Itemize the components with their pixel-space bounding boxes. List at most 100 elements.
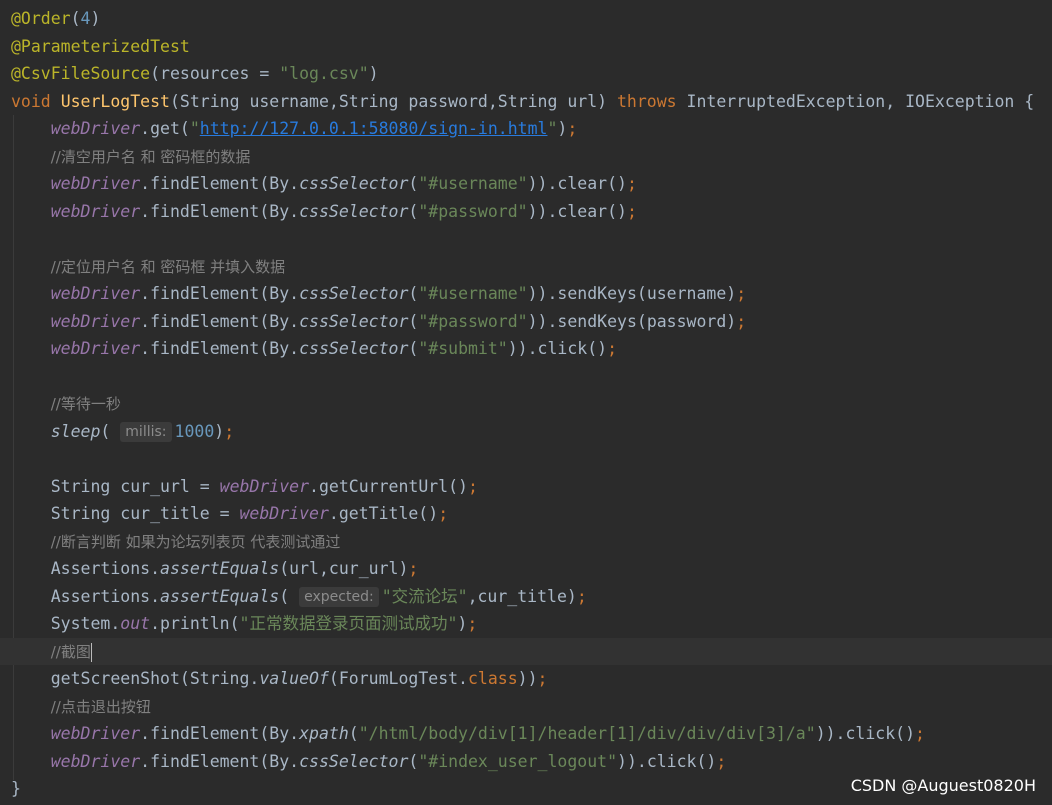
comment-wait: //等待一秒 xyxy=(50,395,121,413)
css-selector-method: cssSelector xyxy=(299,201,409,221)
click-call: )).click() xyxy=(617,751,717,771)
find-element-call: .findElement(By. xyxy=(140,201,300,221)
paren: ) xyxy=(214,421,225,441)
csv-file-name: "log.csv" xyxy=(279,64,369,83)
sign-in-url-link[interactable]: http://127.0.0.1:58080/sign-in.html xyxy=(200,119,548,138)
code-line-9-empty[interactable] xyxy=(0,225,1052,253)
cur-title-declaration: String cur_title = xyxy=(50,504,240,523)
paren: ( xyxy=(408,201,419,221)
logout-selector: "#index_user_logout" xyxy=(418,751,618,771)
css-selector-method: cssSelector xyxy=(299,174,409,193)
semicolon: ; xyxy=(468,476,478,496)
code-line-12[interactable]: webDriver.findElement(By.cssSelector("#p… xyxy=(0,308,1052,336)
semicolon: ; xyxy=(626,174,637,193)
webdriver-field: webDriver xyxy=(50,174,141,193)
paren: ( xyxy=(348,724,359,743)
paren: ( xyxy=(408,311,419,331)
code-line-11[interactable]: webDriver.findElement(By.cssSelector("#u… xyxy=(0,280,1052,308)
username-selector: "#username" xyxy=(418,284,528,303)
order-value: 4 xyxy=(80,9,91,28)
code-line-15[interactable]: //等待一秒 xyxy=(0,390,1052,418)
code-line-18[interactable]: String cur_url = webDriver.getCurrentUrl… xyxy=(0,473,1052,501)
paren: ( xyxy=(70,9,81,28)
comment-screenshot: //截图 xyxy=(50,642,91,661)
cur-url-declaration: String cur_url = xyxy=(50,476,220,496)
semicolon: ; xyxy=(576,586,587,606)
find-element-call: .findElement(By. xyxy=(140,284,300,303)
close-paren: ) xyxy=(557,119,568,138)
quote: " xyxy=(547,119,558,138)
assert-equals-method: assertEquals xyxy=(160,559,280,578)
submit-selector: "#submit" xyxy=(418,339,508,358)
code-line-8[interactable]: webDriver.findElement(By.cssSelector("#p… xyxy=(0,198,1052,226)
webdriver-field: webDriver xyxy=(50,339,141,358)
code-line-5[interactable]: webDriver.get("http://127.0.0.1:58080/si… xyxy=(0,115,1052,143)
open-paren: ( xyxy=(100,421,111,441)
webdriver-field: webDriver xyxy=(50,201,141,221)
code-line-6[interactable]: //清空用户名 和 密码框的数据 xyxy=(0,143,1052,171)
expected-title-string: "交流论坛" xyxy=(381,586,468,606)
code-line-4[interactable]: void UserLogTest(String username,String … xyxy=(0,88,1052,116)
method-name: UserLogTest xyxy=(60,91,170,111)
code-line-20[interactable]: //断言判断 如果为论坛列表页 代表测试通过 xyxy=(0,528,1052,556)
paren: ( xyxy=(408,284,419,303)
semicolon: ; xyxy=(736,284,747,303)
semicolon: ; xyxy=(467,614,478,633)
code-line-16[interactable]: sleep( millis: 1000); xyxy=(0,418,1052,446)
xpath-method: xpath xyxy=(299,724,349,743)
code-line-14-empty[interactable] xyxy=(0,363,1052,391)
code-line-23[interactable]: System.out.println("正常数据登录页面测试成功"); xyxy=(0,610,1052,638)
webdriver-field: webDriver xyxy=(50,751,141,771)
order-annotation: @Order xyxy=(11,9,71,28)
code-line-26[interactable]: //点击退出按钮 xyxy=(0,693,1052,721)
comment-clear: //清空用户名 和 密码框的数据 xyxy=(50,147,251,166)
code-line-21[interactable]: Assertions.assertEquals(url,cur_url); xyxy=(0,555,1052,583)
code-line-28[interactable]: webDriver.findElement(By.cssSelector("#i… xyxy=(0,748,1052,776)
code-line-3[interactable]: @CsvFileSource(resources = "log.csv") xyxy=(0,60,1052,88)
throws-keyword: throws xyxy=(617,91,677,111)
paren: ) xyxy=(90,9,101,28)
click-call: )).click() xyxy=(507,339,608,358)
close-parens: )) xyxy=(517,669,538,688)
param-hint-millis: millis: xyxy=(120,421,172,442)
semicolon: ; xyxy=(607,339,618,358)
password-selector: "#password" xyxy=(418,311,528,331)
param-hint-expected: expected: xyxy=(299,586,379,607)
clear-call: )).clear() xyxy=(527,201,627,221)
assert-args: (url,cur_url) xyxy=(279,559,409,578)
code-line-1[interactable]: @Order(4) xyxy=(0,5,1052,33)
paren: ( xyxy=(150,64,161,83)
class-keyword: class xyxy=(468,669,518,688)
code-line-24-current[interactable]: //截图 xyxy=(0,637,1052,665)
paren: ( xyxy=(408,751,419,771)
find-element-call: .findElement(By. xyxy=(140,751,300,771)
resources-param: resources = xyxy=(160,64,280,83)
comment-logout: //点击退出按钮 xyxy=(50,697,151,716)
clear-call: )).clear() xyxy=(527,174,627,193)
code-line-27[interactable]: webDriver.findElement(By.xpath("/html/bo… xyxy=(0,720,1052,748)
void-keyword: void xyxy=(11,91,51,111)
semicolon: ; xyxy=(408,559,419,578)
code-line-7[interactable]: webDriver.findElement(By.cssSelector("#u… xyxy=(0,170,1052,198)
semicolon: ; xyxy=(567,119,578,138)
code-line-10[interactable]: //定位用户名 和 密码框 并填入数据 xyxy=(0,253,1052,281)
code-line-22[interactable]: Assertions.assertEquals( expected: "交流论坛"… xyxy=(0,583,1052,611)
assert-equals-method: assertEquals xyxy=(160,586,280,606)
code-line-13[interactable]: webDriver.findElement(By.cssSelector("#s… xyxy=(0,335,1052,363)
password-selector: "#password" xyxy=(418,201,528,221)
code-line-25[interactable]: getScreenShot(String.valueOf(ForumLogTes… xyxy=(0,665,1052,693)
code-line-17-empty[interactable] xyxy=(0,445,1052,473)
paren: ) xyxy=(368,64,379,83)
comment-assert: //断言判断 如果为论坛列表页 代表测试通过 xyxy=(50,532,341,551)
assertions-class: Assertions. xyxy=(50,559,161,578)
webdriver-field: webDriver xyxy=(219,476,310,496)
println-call: .println( xyxy=(150,614,240,633)
webdriver-field: webDriver xyxy=(50,724,141,743)
code-line-2[interactable]: @ParameterizedTest xyxy=(0,33,1052,61)
closing-brace: } xyxy=(11,779,21,798)
sleep-call: sleep xyxy=(50,421,101,441)
code-line-19[interactable]: String cur_title = webDriver.getTitle(); xyxy=(0,500,1052,528)
click-call: )).click() xyxy=(815,724,916,743)
get-current-url-call: .getCurrentUrl() xyxy=(309,476,468,496)
code-editor[interactable]: @Order(4) @ParameterizedTest @CsvFileSou… xyxy=(0,0,1052,805)
